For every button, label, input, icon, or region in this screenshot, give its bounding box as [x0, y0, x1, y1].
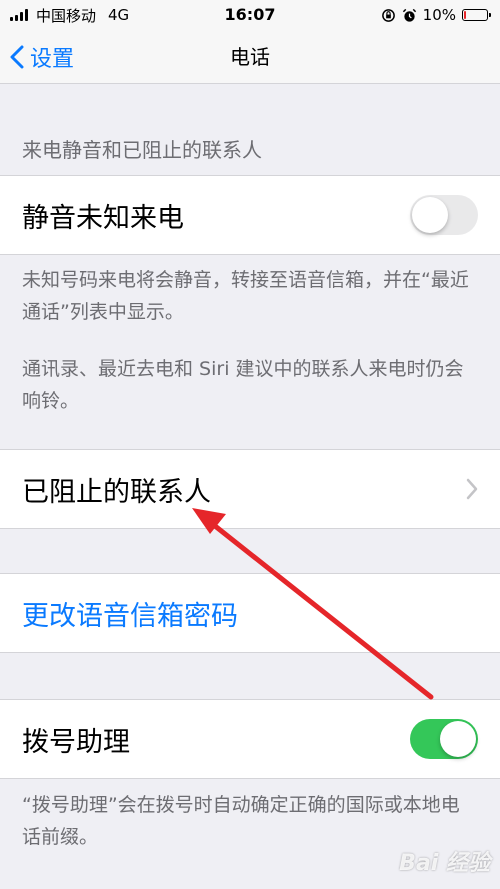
page-title: 电话: [230, 45, 270, 69]
watermark-logo: Bai 经验: [399, 851, 490, 876]
toggle-knob: [440, 721, 476, 757]
dial-assist-toggle[interactable]: [410, 719, 478, 759]
section-header: 来电静音和已阻止的联系人: [22, 138, 262, 162]
alarm-icon: [402, 8, 416, 22]
battery-percent: 10%: [422, 6, 456, 24]
orientation-lock-icon: [381, 8, 395, 22]
chevron-right-icon: [466, 478, 478, 500]
navigation-bar: 设置 电话: [0, 30, 500, 84]
blocked-contacts-label: 已阻止的联系人: [22, 476, 211, 508]
dial-assist-row: 拨号助理: [0, 699, 500, 779]
dial-assist-label: 拨号助理: [22, 726, 130, 758]
silence-unknown-callers-toggle[interactable]: [410, 195, 478, 235]
silence-footer-text-2: 通讯录、最近去电和 Siri 建议中的联系人来电时仍会响铃。: [22, 358, 464, 412]
status-right: 10%: [375, 5, 491, 25]
blocked-contacts-row[interactable]: 已阻止的联系人: [0, 449, 500, 529]
status-bar: 中国移动 4G 16:07 10%: [0, 0, 500, 30]
toggle-knob: [412, 197, 448, 233]
silence-footer-text-1: 未知号码来电将会静音，转接至语音信箱，并在“最近通话”列表中显示。: [22, 269, 469, 323]
silence-unknown-callers-row: 静音未知来电: [0, 175, 500, 255]
change-voicemail-password-label: 更改语音信箱密码: [22, 600, 238, 632]
dial-assist-footer-text: “拨号助理”会在拨号时自动确定正确的国际或本地电话前缀。: [22, 794, 460, 848]
silence-unknown-callers-label: 静音未知来电: [22, 202, 184, 234]
battery-fill: [464, 11, 466, 19]
change-voicemail-password-row[interactable]: 更改语音信箱密码: [0, 573, 500, 653]
battery-icon: [462, 9, 491, 21]
